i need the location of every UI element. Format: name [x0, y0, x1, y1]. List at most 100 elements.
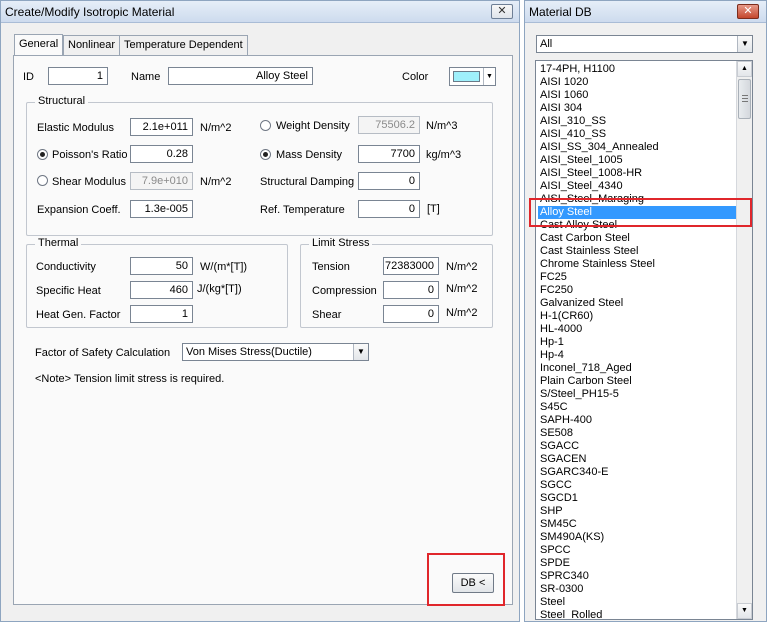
material-list-item[interactable]: Galvanized Steel — [540, 297, 623, 310]
chevron-down-icon: ▼ — [737, 36, 752, 52]
scroll-up-icon[interactable]: ▲ — [737, 61, 752, 77]
safety-calculation-value: Von Mises Stress(Ductile) — [186, 346, 312, 358]
name-field[interactable]: Alloy Steel — [168, 67, 313, 85]
elastic-modulus-field[interactable]: 2.1e+011 — [130, 118, 193, 136]
material-list-item[interactable]: Cast Stainless Steel — [540, 245, 638, 258]
material-list-scrollbar[interactable]: ▲ ▼ — [736, 61, 752, 619]
mass-density-radio[interactable] — [260, 149, 271, 160]
scroll-thumb[interactable] — [738, 79, 751, 119]
elastic-modulus-unit: N/m^2 — [200, 122, 232, 134]
mass-density-unit: kg/m^3 — [426, 149, 462, 161]
isotropic-material-dialog: Create/Modify Isotropic Material ✕ Gener… — [0, 0, 520, 622]
weight-density-radio[interactable] — [260, 120, 271, 131]
scroll-down-icon[interactable]: ▼ — [737, 603, 752, 619]
material-list-item[interactable]: AISI_Steel_1005 — [540, 154, 623, 167]
material-list[interactable]: 17-4PH, H1100 AISI 1020 AISI 1060 AISI 304 A… — [535, 60, 753, 620]
material-list-item[interactable]: SGACEN — [540, 453, 586, 466]
chevron-down-icon: ▼ — [483, 68, 495, 85]
material-list-item[interactable]: AISI_Steel_1008-HR — [540, 167, 642, 180]
poissons-ratio-field[interactable]: 0.28 — [130, 145, 193, 163]
tab-temperature-dependent[interactable]: Temperature Dependent — [119, 35, 248, 55]
color-picker[interactable]: ▼ — [449, 67, 496, 86]
tab-nonlinear[interactable]: Nonlinear — [63, 35, 121, 55]
material-list-item[interactable]: SAPH-400 — [540, 414, 592, 427]
material-list-item[interactable]: SPCC — [540, 544, 571, 557]
material-filter-select[interactable]: All ▼ — [536, 35, 753, 53]
safety-calculation-select[interactable]: Von Mises Stress(Ductile) ▼ — [182, 343, 369, 361]
material-list-item[interactable]: SM45C — [540, 518, 577, 531]
material-list-item[interactable]: AISI 1020 — [540, 76, 588, 89]
material-list-item[interactable]: SGACC — [540, 440, 579, 453]
material-list-item[interactable]: AISI_SS_304_Annealed — [540, 141, 659, 154]
db-toggle-button[interactable]: DB < — [452, 573, 494, 593]
limit-stress-group-title: Limit Stress — [309, 237, 373, 249]
weight-density-unit: N/m^3 — [426, 120, 458, 132]
id-label: ID — [23, 71, 34, 83]
ref-temperature-field[interactable]: 0 — [358, 200, 420, 218]
safety-calculation-label: Factor of Safety Calculation — [35, 347, 171, 359]
tension-unit: N/m^2 — [446, 261, 478, 273]
material-list-item[interactable]: SHP — [540, 505, 563, 518]
material-list-item[interactable]: SPDE — [540, 557, 570, 570]
material-list-item[interactable]: AISI_410_SS — [540, 128, 606, 141]
poissons-ratio-radio[interactable] — [37, 149, 48, 160]
material-list-item[interactable]: Hp-1 — [540, 336, 564, 349]
color-swatch — [453, 71, 480, 82]
structural-damping-label: Structural Damping — [260, 176, 355, 188]
material-list-item[interactable]: SM490A(KS) — [540, 531, 604, 544]
material-list-item[interactable]: H-1(CR60) — [540, 310, 593, 323]
material-list-item[interactable]: Hp-4 — [540, 349, 564, 362]
material-list-item[interactable]: AISI_310_SS — [540, 115, 606, 128]
material-list-item[interactable]: FC25 — [540, 271, 567, 284]
close-icon[interactable]: ✕ — [737, 4, 759, 19]
material-list-item[interactable]: HL-4000 — [540, 323, 582, 336]
material-list-item[interactable]: SR-0300 — [540, 583, 583, 596]
material-list-item[interactable]: AISI 1060 — [540, 89, 588, 102]
compression-field[interactable]: 0 — [383, 281, 439, 299]
material-list-item[interactable]: Inconel_718_Aged — [540, 362, 632, 375]
heat-gen-factor-field[interactable]: 1 — [130, 305, 193, 323]
material-list-item[interactable]: SGARC340-E — [540, 466, 608, 479]
shear-modulus-radio[interactable] — [37, 175, 48, 186]
material-list-item[interactable]: AISI 304 — [540, 102, 582, 115]
compression-unit: N/m^2 — [446, 283, 478, 295]
material-list-item[interactable]: Cast Carbon Steel — [540, 232, 630, 245]
chevron-down-icon: ▼ — [353, 344, 368, 360]
material-list-item[interactable]: FC250 — [540, 284, 573, 297]
material-list-item[interactable]: S/Steel_PH15-5 — [540, 388, 619, 401]
mass-density-field[interactable]: 7700 — [358, 145, 420, 163]
material-list-item[interactable]: AISI_Steel_Maraging — [540, 193, 644, 206]
dialog-title: Create/Modify Isotropic Material — [5, 5, 175, 19]
material-db-titlebar: Material DB ✕ — [525, 1, 766, 23]
structural-damping-field[interactable]: 0 — [358, 172, 420, 190]
id-field[interactable]: 1 — [48, 67, 108, 85]
poissons-ratio-label: Poisson's Ratio — [52, 149, 128, 161]
conductivity-label: Conductivity — [36, 261, 96, 273]
material-list-item[interactable]: SPRC340 — [540, 570, 589, 583]
material-list-item[interactable]: Alloy Steel — [538, 206, 738, 219]
material-list-item[interactable]: 17-4PH, H1100 — [540, 63, 615, 76]
material-list-item[interactable]: Steel_Rolled — [540, 609, 602, 619]
material-list-item[interactable]: Cast Alloy Steel — [540, 219, 617, 232]
conductivity-field[interactable]: 50 — [130, 257, 193, 275]
ref-temperature-unit: [T] — [427, 203, 440, 215]
shear-modulus-field: 7.9e+010 — [130, 172, 193, 190]
material-list-item[interactable]: Plain Carbon Steel — [540, 375, 632, 388]
material-list-item[interactable]: Chrome Stainless Steel — [540, 258, 655, 271]
shear-field[interactable]: 0 — [383, 305, 439, 323]
material-list-item[interactable]: SGCD1 — [540, 492, 578, 505]
specific-heat-field[interactable]: 460 — [130, 281, 193, 299]
close-icon[interactable]: ✕ — [491, 4, 513, 19]
tension-field[interactable]: 72383000 — [383, 257, 439, 275]
tab-general[interactable]: General — [14, 34, 64, 56]
material-list-item[interactable]: AISI_Steel_4340 — [540, 180, 623, 193]
material-list-item[interactable]: SE508 — [540, 427, 573, 440]
specific-heat-unit: J/(kg*[T]) — [197, 283, 242, 295]
thermal-group: Thermal Conductivity 50 W/(m*[T]) Specif… — [26, 237, 288, 328]
expansion-coeff-field[interactable]: 1.3e-005 — [130, 200, 193, 218]
material-list-item[interactable]: SGCC — [540, 479, 572, 492]
material-list-item[interactable]: S45C — [540, 401, 568, 414]
material-list-item[interactable]: Steel — [540, 596, 565, 609]
expansion-coeff-label: Expansion Coeff. — [37, 204, 121, 216]
thermal-group-title: Thermal — [35, 237, 82, 249]
